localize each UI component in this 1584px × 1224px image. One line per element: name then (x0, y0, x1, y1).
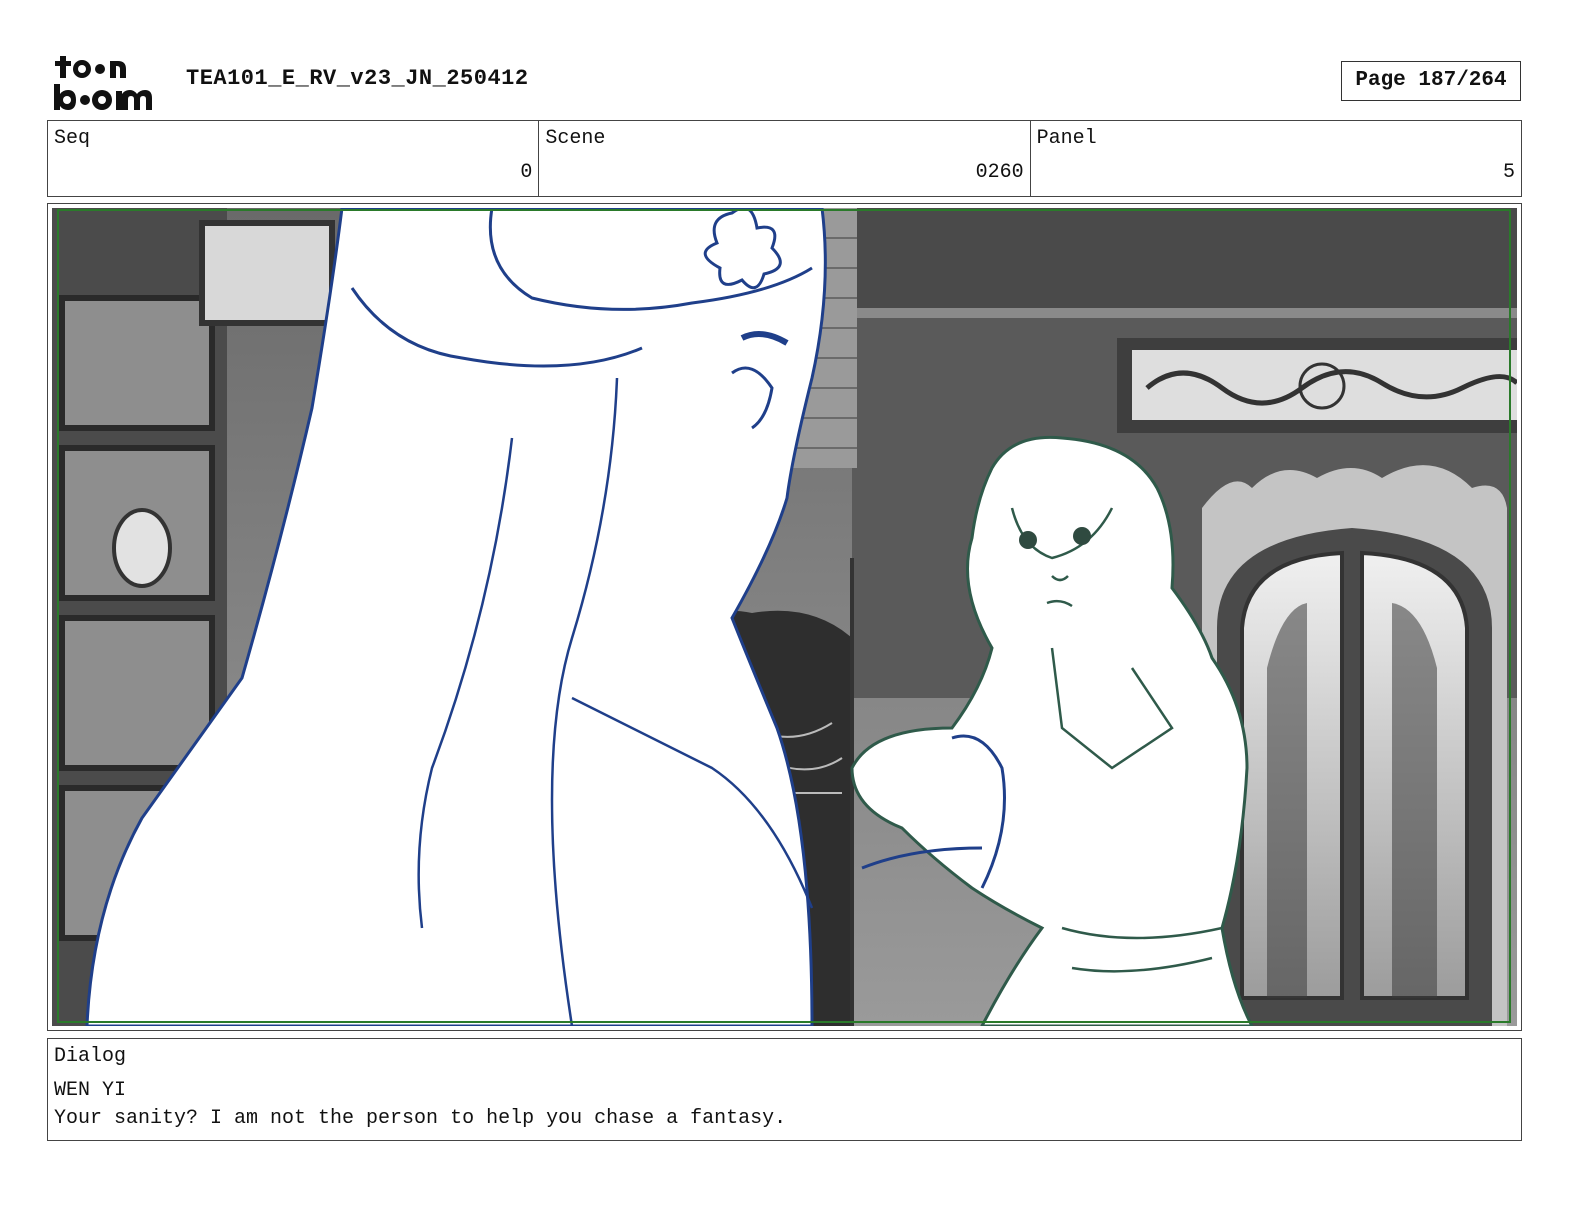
dialog-speaker: WEN YI (54, 1079, 127, 1102)
scene-cell: Scene 0260 (539, 121, 1031, 196)
toon-boom-logo (54, 56, 152, 110)
panel-metadata: Seq 0 Scene 0260 Panel 5 (47, 120, 1522, 197)
dialog-box: Dialog WEN YI Your sanity? I am not the … (47, 1038, 1522, 1141)
panel-cell: Panel 5 (1031, 121, 1521, 196)
scene-value: 0260 (975, 161, 1024, 184)
scene-label: Scene (545, 127, 606, 150)
panel-value: 5 (1502, 161, 1515, 184)
page-indicator: Page 187/264 (1341, 61, 1521, 101)
seq-value: 0 (520, 161, 533, 184)
dialog-text: Your sanity? I am not the person to help… (54, 1107, 787, 1130)
dialog-label: Dialog (54, 1045, 127, 1068)
storyboard-panel-image (52, 208, 1517, 1026)
storyboard-panel (47, 203, 1522, 1031)
seq-cell: Seq 0 (48, 121, 540, 196)
seq-label: Seq (54, 127, 91, 150)
document-title: TEA101_E_RV_v23_JN_250412 (186, 66, 529, 91)
panel-label: Panel (1036, 127, 1097, 150)
